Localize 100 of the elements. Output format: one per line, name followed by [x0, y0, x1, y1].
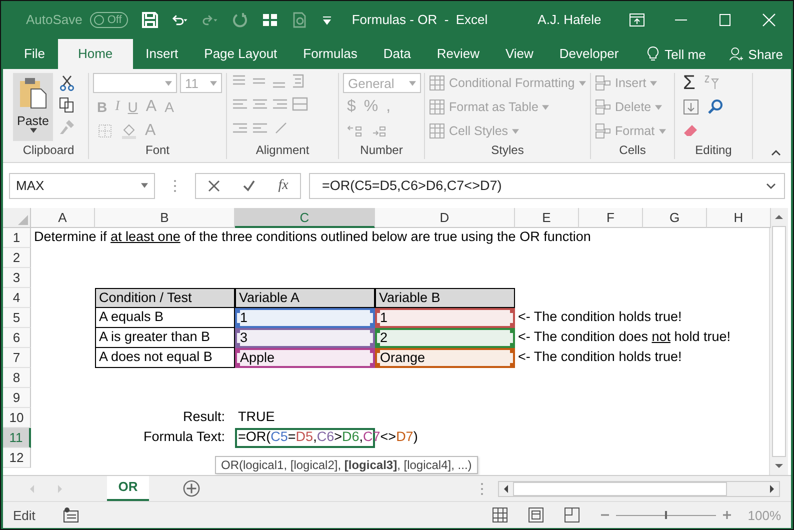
window-title: Formulas - OR - Excel [352, 12, 488, 27]
column-header[interactable]: B [95, 208, 235, 228]
share-button[interactable]: Share [729, 39, 783, 69]
page-break-icon[interactable] [564, 507, 580, 523]
group-label: Editing [694, 143, 733, 159]
highlighted-cell: 3 [235, 328, 375, 348]
row-header[interactable]: 8 [3, 368, 31, 388]
page-layout-icon[interactable] [528, 507, 544, 523]
column-header[interactable]: A [31, 208, 95, 228]
row-header[interactable]: 3 [3, 268, 31, 288]
highlighted-cell: 1 [375, 308, 515, 328]
group-label: Alignment [254, 143, 310, 159]
fill-color-icon [121, 123, 137, 139]
row-header[interactable]: 10 [3, 408, 31, 428]
result-text: TRUE [237, 408, 276, 426]
ribbon-tab[interactable]: Review [424, 39, 492, 69]
scroll-left-icon[interactable] [503, 484, 509, 494]
column-header[interactable]: C [235, 208, 375, 228]
column-header[interactable]: F [579, 208, 643, 228]
caret-icon [655, 104, 662, 110]
caret-icon [165, 80, 172, 86]
function-tooltip: OR(logical1, [logical2], [logical3], [logical4], ...) [215, 456, 478, 474]
borders-icon [97, 123, 113, 139]
ribbon-tab[interactable]: Insert [132, 39, 192, 69]
group-label: Cells [618, 143, 647, 159]
column-header[interactable]: H [707, 208, 771, 228]
normal-view-icon[interactable] [492, 507, 508, 523]
tell-me-button[interactable]: Tell me [646, 39, 706, 69]
label-text: Formula Text: [142, 428, 226, 446]
row-header[interactable]: 9 [3, 388, 31, 408]
ribbon-tab[interactable]: Data [370, 39, 424, 69]
row-header[interactable]: 12 [3, 448, 31, 468]
ribbon-tab[interactable]: Page Layout [191, 39, 290, 69]
ribbon-tab[interactable]: Developer [546, 39, 632, 69]
zoom-slider-thumb[interactable] [664, 511, 667, 519]
highlighted-cell: 1 [235, 308, 375, 328]
close-icon[interactable] [761, 12, 778, 26]
save-icon[interactable] [142, 12, 158, 28]
splitter-dots-icon[interactable] [480, 482, 484, 496]
row-header[interactable]: 11 [3, 428, 31, 448]
cells-icon [595, 123, 611, 139]
checkmark-icon[interactable] [242, 180, 255, 192]
fill-down-icon [683, 99, 699, 115]
row-header[interactable]: 7 [3, 348, 31, 368]
note-text: <- The condition does not hold true! [518, 329, 731, 344]
row-header[interactable]: 2 [3, 248, 31, 268]
table-style-icon [429, 123, 445, 139]
zoom-in-icon[interactable] [722, 510, 732, 520]
ribbon-tab[interactable]: Home [58, 39, 133, 69]
note-text: <- The condition holds true! [518, 349, 682, 364]
cancel-icon[interactable] [208, 180, 220, 192]
group-label: Font [144, 143, 170, 159]
print-preview-icon [292, 12, 308, 28]
ribbon-display-icon[interactable] [629, 12, 646, 26]
clipboard-icon [19, 77, 47, 109]
caret-icon [650, 80, 658, 86]
highlighted-cell: 2 [375, 328, 515, 348]
row-header[interactable]: 1 [3, 228, 31, 248]
scroll-down-icon[interactable] [774, 463, 784, 469]
row-header[interactable]: 6 [3, 328, 31, 348]
note-text: Determine if at least one of the three conditions outlined below are true using the OR function [34, 229, 591, 244]
caret-icon [512, 128, 520, 134]
column-header[interactable]: D [375, 208, 515, 228]
format-painter-icon [59, 119, 75, 135]
ribbon-tab[interactable]: View [492, 39, 546, 69]
table-header-cell: Condition / Test [95, 288, 235, 308]
person-icon [729, 46, 744, 62]
customize-icon[interactable] [322, 14, 332, 24]
name-box[interactable]: MAX [9, 172, 155, 198]
formula-field[interactable]: =OR(C5=D5,C6>D6,C7<>D7) [309, 172, 785, 198]
insert-function-button[interactable]: fx [278, 178, 288, 194]
add-sheet-icon[interactable] [183, 480, 200, 497]
table-style-icon [429, 75, 445, 91]
row-header[interactable]: 5 [3, 308, 31, 328]
scroll-right-icon[interactable] [769, 484, 775, 494]
table-cell: A is greater than B [95, 328, 235, 348]
vertical-scrollbar[interactable] [769, 208, 788, 475]
note-text: <- The condition holds true! [518, 309, 682, 324]
ribbon-tab[interactable]: Formulas [290, 39, 370, 69]
cells-icon [595, 99, 611, 115]
table-cell: A equals B [95, 308, 235, 328]
user-name[interactable]: A.J. Hafele [538, 12, 602, 27]
caret-icon [542, 104, 550, 110]
column-header[interactable]: G [643, 208, 707, 228]
row-header[interactable]: 4 [3, 288, 31, 308]
horizontal-scrollbar[interactable] [498, 480, 780, 496]
increase-decimal-icon [347, 123, 363, 139]
column-header[interactable]: E [515, 208, 579, 228]
sheet-tab[interactable]: OR [107, 476, 149, 501]
autosave-label: AutoSave [26, 12, 82, 27]
caret-icon [578, 80, 586, 86]
maximize-icon[interactable] [717, 12, 734, 26]
splitter-dots-icon[interactable] [173, 178, 177, 192]
expand-icon [766, 182, 776, 188]
ribbon-tab[interactable]: File [11, 39, 58, 69]
scroll-up-icon[interactable] [774, 214, 784, 220]
refresh-icon [232, 12, 248, 28]
lightbulb-icon [646, 46, 660, 62]
sort-filter-icon [703, 75, 720, 91]
macro-recorder-icon[interactable] [63, 507, 80, 523]
